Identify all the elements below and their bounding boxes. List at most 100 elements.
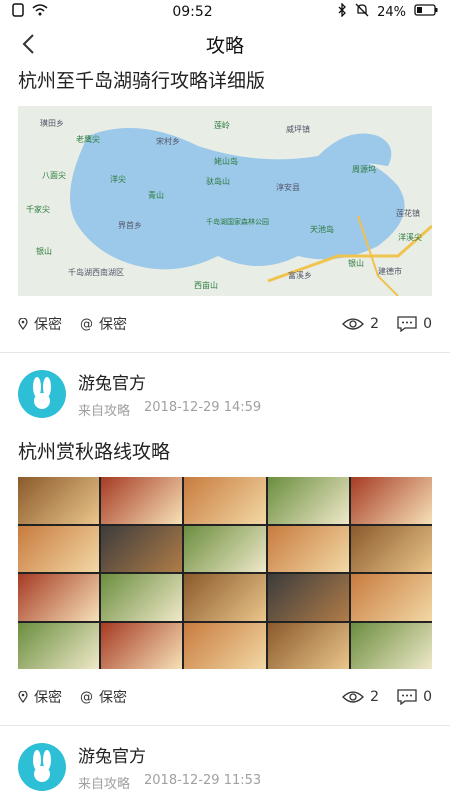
avatar[interactable] — [18, 743, 66, 791]
wifi-icon — [32, 4, 48, 20]
eye-icon — [342, 318, 365, 330]
map-label: 银山 — [36, 246, 52, 256]
chevron-left-icon — [22, 34, 34, 54]
author-row[interactable]: 游兔官方 来自攻略 2018-12-29 14:59 — [0, 353, 450, 435]
map-label: 洋溪尖 — [398, 232, 422, 242]
battery-percent: 24% — [377, 4, 406, 20]
location-pin-icon — [18, 318, 28, 330]
food-photo — [350, 574, 432, 621]
map-label: 周源坞 — [352, 164, 376, 174]
mention-label: 保密 — [99, 317, 127, 333]
map-label: 银山 — [348, 258, 364, 268]
location-label: 保密 — [34, 317, 62, 333]
map-label: 西亩山 — [194, 280, 218, 290]
map-label: 威坪镇 — [286, 124, 310, 134]
rabbit-logo-icon — [33, 377, 51, 409]
map-label: 界首乡 — [118, 220, 142, 230]
views-value: 2 — [370, 316, 380, 332]
food-photo — [184, 574, 266, 621]
bluetooth-icon — [337, 2, 347, 21]
map-label: 宋村乡 — [156, 136, 180, 146]
food-photo — [184, 525, 266, 572]
comment-icon — [397, 689, 417, 705]
map-label: 富溪乡 — [288, 270, 312, 280]
post-title[interactable]: 杭州至千岛湖骑行攻略详细版 — [18, 68, 432, 94]
map-label: 洋尖 — [110, 174, 126, 184]
map-label: 姥山岛 — [214, 156, 238, 166]
food-photo — [350, 622, 432, 669]
location-pin-icon — [18, 691, 28, 703]
mention-label: 保密 — [99, 690, 127, 706]
location-privacy: 保密 — [18, 687, 62, 707]
post-card[interactable]: 杭州赏秋路线攻略 保密 @ 保密 2 0 — [0, 439, 450, 725]
back-button[interactable] — [14, 30, 42, 58]
mute-bell-icon — [355, 3, 369, 21]
battery-icon — [414, 4, 438, 20]
post-map-image[interactable]: 璜田乡 老鹰尖 八面尖 千家尖 银山 千岛湖西南湖区 界首乡 洋尖 青山 千岛湖… — [18, 106, 432, 296]
food-photo — [267, 525, 349, 572]
post-time: 2018-12-29 11:53 — [144, 773, 262, 788]
post-source: 来自攻略 — [78, 404, 131, 419]
map-label: 千岛湖国家森林公园 — [206, 217, 269, 226]
map-label: 莲花镇 — [396, 208, 420, 218]
food-photo — [350, 477, 432, 524]
author-name[interactable]: 游兔官方 — [78, 742, 261, 767]
map-label: 千家尖 — [26, 204, 50, 214]
eye-icon — [342, 691, 365, 703]
comment-icon — [397, 316, 417, 332]
sim-icon — [12, 3, 24, 21]
location-label: 保密 — [34, 690, 62, 706]
rabbit-logo-icon — [33, 750, 51, 782]
map-label: 驮岛山 — [206, 176, 230, 186]
status-bar: 09:52 24% — [0, 0, 450, 24]
mention-privacy: @ 保密 — [80, 314, 127, 334]
map-label: 淳安县 — [276, 182, 300, 192]
map-label: 八面尖 — [42, 170, 66, 180]
food-photo — [267, 477, 349, 524]
post-time: 2018-12-29 14:59 — [144, 400, 262, 415]
comments-count[interactable]: 0 — [397, 689, 432, 705]
comments-count[interactable]: 0 — [397, 316, 432, 332]
views-value: 2 — [370, 689, 380, 705]
avatar[interactable] — [18, 370, 66, 418]
food-photo — [101, 574, 183, 621]
map-label: 建德市 — [378, 266, 402, 276]
at-icon: @ — [80, 689, 93, 705]
food-photo — [350, 525, 432, 572]
mention-privacy: @ 保密 — [80, 687, 127, 707]
map-label: 莲岭 — [214, 120, 230, 130]
food-photo — [184, 622, 266, 669]
nav-bar: 攻略 — [0, 24, 450, 64]
page-title: 攻略 — [205, 34, 244, 57]
food-photo — [267, 574, 349, 621]
food-photo — [101, 622, 183, 669]
food-photo — [101, 477, 183, 524]
map-label: 青山 — [148, 190, 164, 200]
post-food-collage[interactable] — [18, 477, 432, 669]
food-photo — [18, 525, 100, 572]
post-meta: 保密 @ 保密 2 0 — [18, 296, 432, 352]
map-illustration: 璜田乡 老鹰尖 八面尖 千家尖 银山 千岛湖西南湖区 界首乡 洋尖 青山 千岛湖… — [18, 106, 432, 296]
comments-value: 0 — [423, 689, 432, 705]
post-meta: 保密 @ 保密 2 0 — [18, 669, 432, 725]
views-count[interactable]: 2 — [342, 316, 379, 332]
food-photo — [18, 574, 100, 621]
map-label: 老鹰尖 — [76, 134, 100, 144]
status-time: 09:52 — [172, 4, 213, 20]
food-photo — [267, 622, 349, 669]
at-icon: @ — [80, 316, 93, 332]
food-photo — [184, 477, 266, 524]
location-privacy: 保密 — [18, 314, 62, 334]
author-row[interactable]: 游兔官方 来自攻略 2018-12-29 11:53 — [0, 726, 450, 808]
post-card[interactable]: 杭州至千岛湖骑行攻略详细版 璜田乡 老鹰尖 八面尖 千家尖 银山 千岛湖西南湖区… — [0, 68, 450, 352]
views-count[interactable]: 2 — [342, 689, 379, 705]
author-name[interactable]: 游兔官方 — [78, 369, 261, 394]
food-photo — [101, 525, 183, 572]
map-label: 千岛湖西南湖区 — [68, 267, 124, 277]
food-photo — [18, 622, 100, 669]
post-title[interactable]: 杭州赏秋路线攻略 — [18, 439, 432, 465]
comments-value: 0 — [423, 316, 432, 332]
map-label: 璜田乡 — [40, 118, 64, 128]
post-source: 来自攻略 — [78, 777, 131, 792]
map-label: 天池岛 — [310, 224, 334, 234]
